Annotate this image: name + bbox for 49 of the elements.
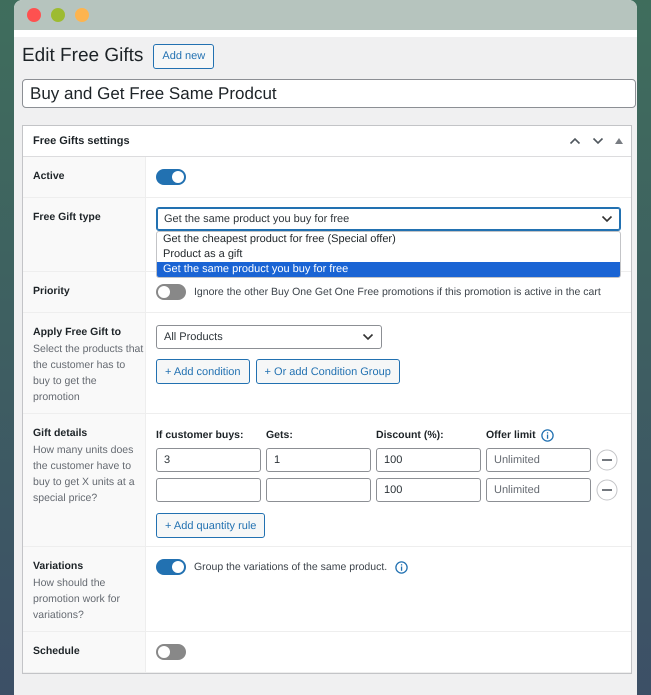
number-field[interactable] — [266, 478, 371, 502]
column-header: Discount (%): — [376, 429, 444, 441]
info-icon[interactable] — [395, 560, 408, 574]
dropdown[interactable]: All Products — [156, 325, 382, 349]
title-field[interactable]: Buy and Get Free Same Prodcut — [22, 79, 636, 108]
add-new-button[interactable]: Add new — [153, 44, 214, 68]
field-description: How many units does the customer have to buy to get X units at a special price? — [33, 443, 136, 506]
field-label: Active — [33, 170, 66, 182]
dropdown[interactable]: Get the same product you buy for free — [156, 207, 621, 231]
field-label: Free Gift type — [33, 211, 102, 223]
column-header: If customer buys: — [156, 429, 244, 441]
toggle-label: Group the variations of the same product. — [194, 561, 388, 573]
field-description: Select the products that the customer has to buy to get the promotion — [33, 342, 144, 405]
dropdown-option[interactable]: Product as a gift — [157, 247, 620, 262]
toggle-switch[interactable] — [156, 644, 186, 660]
add-rule-button[interactable]: + Add quantity rule — [156, 513, 266, 538]
number-field[interactable]: 100 — [376, 478, 481, 502]
field-label: Variations — [33, 560, 84, 572]
number-field[interactable]: 100 — [376, 448, 481, 472]
toggle-switch[interactable] — [156, 169, 186, 185]
info-icon[interactable] — [540, 428, 554, 442]
chevron-up-icon[interactable] — [569, 137, 581, 145]
toggle-switch[interactable] — [156, 284, 186, 300]
dropdown-option[interactable]: Get the same product you buy for free — [157, 262, 620, 277]
remove-icon[interactable] — [596, 479, 618, 501]
field-label: Apply Free Gift to — [33, 326, 122, 338]
condition-button[interactable]: + Or add Condition Group — [256, 359, 400, 384]
page-title: Edit Free Gifts — [22, 45, 144, 67]
dropdown-option[interactable]: Get the cheapest product for free (Special offer) — [157, 232, 620, 247]
collapse-triangle-icon[interactable] — [615, 138, 623, 144]
column-header: Offer limit — [486, 429, 536, 441]
remove-icon[interactable] — [596, 449, 618, 471]
limit-field[interactable]: Unlimited — [486, 478, 591, 502]
number-field[interactable]: 1 — [266, 448, 371, 472]
chevron-down-icon[interactable] — [592, 137, 604, 145]
field-description: How should the promotion work for variations? — [33, 576, 121, 623]
field-label: Gift details — [33, 427, 88, 439]
field-label: Priority — [33, 285, 71, 297]
chevron-down-icon — [601, 215, 613, 223]
field-label: Schedule — [33, 645, 81, 657]
column-header: Gets: — [266, 429, 293, 441]
toggle-switch[interactable] — [156, 559, 186, 575]
limit-field[interactable]: Unlimited — [486, 448, 591, 472]
chevron-down-icon — [362, 333, 374, 341]
toggle-label: Ignore the other Buy One Get One Free promotions if this promotion is active in the cart — [194, 286, 601, 298]
number-field[interactable]: 3 — [156, 448, 261, 472]
panel-title: Free Gifts settings — [33, 135, 130, 147]
number-field[interactable] — [156, 478, 261, 502]
condition-button[interactable]: + Add condition — [156, 359, 250, 384]
